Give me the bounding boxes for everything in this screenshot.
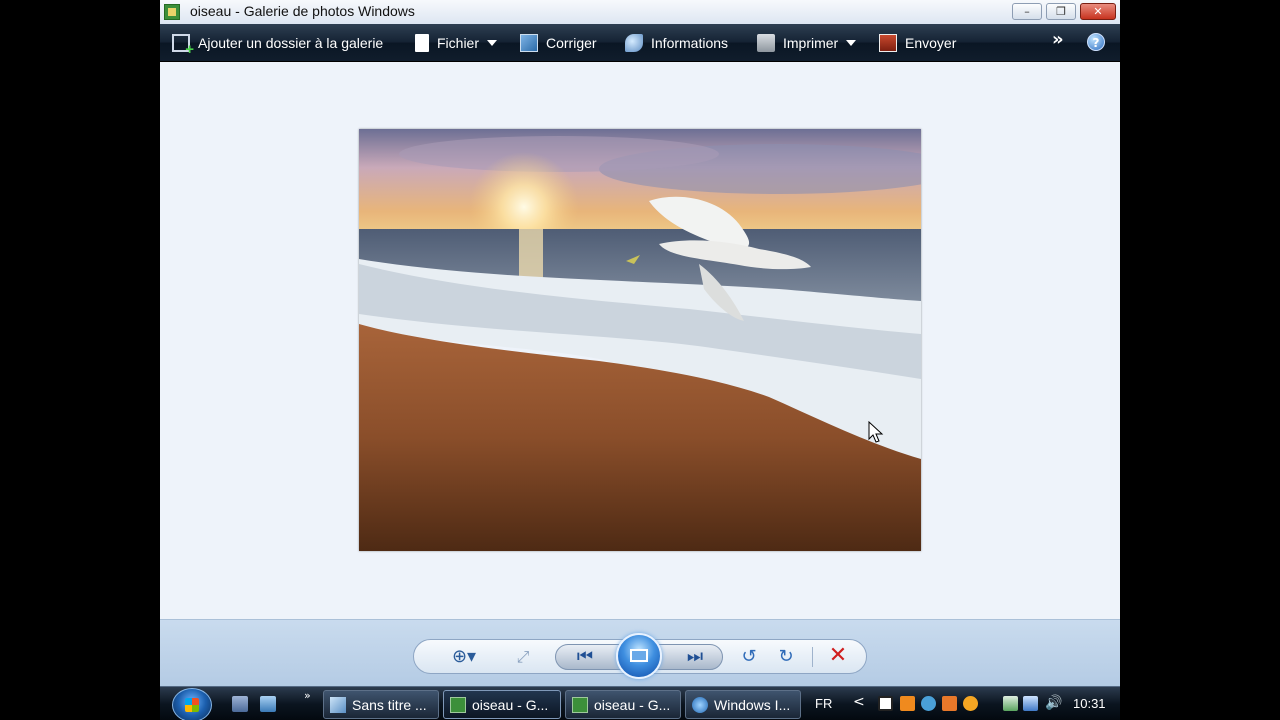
zoom-icon[interactable]: ⊕▾ (446, 645, 482, 669)
taskbar: » Sans titre ... oiseau - G... oiseau - … (160, 686, 1120, 720)
divider (812, 647, 813, 667)
taskbar-item-internet-explorer[interactable]: Windows I... (685, 690, 801, 719)
slideshow-button[interactable] (616, 633, 662, 679)
file-menu-label: Fichier (437, 34, 480, 51)
info-label: Informations (651, 34, 729, 51)
photo-display[interactable] (359, 129, 921, 551)
print-menu-button[interactable]: Imprimer (757, 24, 857, 61)
delete-icon[interactable]: ✕ (825, 644, 851, 668)
rotate-right-icon[interactable]: ↻ (773, 645, 799, 669)
next-button[interactable]: ⏭ (682, 645, 708, 669)
network-icon[interactable] (1023, 696, 1038, 711)
minimize-button[interactable]: – (1012, 3, 1042, 20)
tray-app-icon[interactable] (921, 696, 936, 711)
actual-size-icon[interactable]: ⤢ (512, 645, 534, 669)
fix-label: Corriger (546, 34, 597, 51)
toolbar: Ajouter un dossier à la galerie Fichier … (160, 24, 1120, 62)
send-button[interactable]: Envoyer (879, 24, 956, 61)
seagull-beach-photo (359, 129, 921, 551)
more-options-icon[interactable]: » (1052, 29, 1064, 50)
rotate-left-icon[interactable]: ↺ (736, 645, 762, 669)
add-folder-button[interactable]: Ajouter un dossier à la galerie (172, 24, 383, 61)
switch-windows-icon[interactable] (260, 696, 276, 712)
help-icon[interactable]: ? (1087, 33, 1105, 51)
tray-expand-icon[interactable]: < (853, 694, 865, 710)
email-send-icon (879, 33, 897, 52)
fix-icon (520, 33, 538, 52)
clock[interactable]: 10:31 (1073, 696, 1106, 711)
photo-gallery-icon (450, 696, 466, 713)
file-menu-button[interactable]: Fichier (415, 24, 498, 61)
info-button[interactable]: Informations (625, 24, 728, 61)
taskbar-item-label: oiseau - G... (594, 696, 671, 713)
send-label: Envoyer (905, 34, 957, 51)
file-icon (415, 33, 429, 52)
taskbar-item-gallery[interactable]: oiseau - G... (565, 690, 681, 719)
chevron-down-icon (846, 39, 857, 46)
taskbar-item-gallery-active[interactable]: oiseau - G... (443, 690, 561, 719)
mouse-cursor-icon (868, 421, 884, 443)
taskbar-item-label: Sans titre ... (352, 696, 427, 713)
language-indicator[interactable]: FR (815, 696, 832, 711)
title-bar[interactable]: oiseau - Galerie de photos Windows – ❐ ✕ (160, 0, 1120, 25)
tray-app-icon[interactable] (878, 696, 893, 711)
add-folder-label: Ajouter un dossier à la galerie (198, 34, 384, 51)
tray-app-icon[interactable] (900, 696, 915, 711)
volume-icon[interactable]: 🔊 (1045, 696, 1062, 711)
photo-gallery-icon (572, 696, 588, 713)
show-desktop-icon[interactable] (232, 696, 248, 712)
safely-remove-hardware-icon[interactable] (1003, 696, 1018, 711)
taskbar-item-label: oiseau - G... (472, 696, 549, 713)
close-window-button[interactable]: ✕ (1080, 3, 1116, 20)
start-button[interactable] (172, 688, 212, 720)
tray-app-icon[interactable] (963, 696, 978, 711)
viewer-control-bar: ⊕▾ ⤢ ⏮ ⏭ ↺ ↻ ✕ (160, 619, 1120, 687)
print-menu-label: Imprimer (783, 34, 839, 51)
paint-icon (330, 696, 346, 713)
restore-button[interactable]: ❐ (1046, 3, 1076, 20)
info-tag-icon (625, 33, 643, 52)
internet-explorer-icon (692, 696, 708, 713)
printer-icon (757, 33, 775, 52)
window-title: oiseau - Galerie de photos Windows (190, 3, 415, 19)
chevron-down-icon (487, 39, 498, 46)
quick-launch-more-icon[interactable]: » (304, 689, 311, 702)
tray-app-icon[interactable] (942, 696, 957, 711)
previous-button[interactable]: ⏮ (572, 645, 598, 669)
fix-button[interactable]: Corriger (520, 24, 597, 61)
taskbar-item-label: Windows I... (714, 696, 791, 713)
photo-gallery-window: oiseau - Galerie de photos Windows – ❐ ✕… (160, 0, 1120, 720)
add-folder-icon (172, 33, 194, 58)
photo-gallery-app-icon[interactable] (164, 4, 180, 20)
taskbar-item-paint[interactable]: Sans titre ... (323, 690, 439, 719)
